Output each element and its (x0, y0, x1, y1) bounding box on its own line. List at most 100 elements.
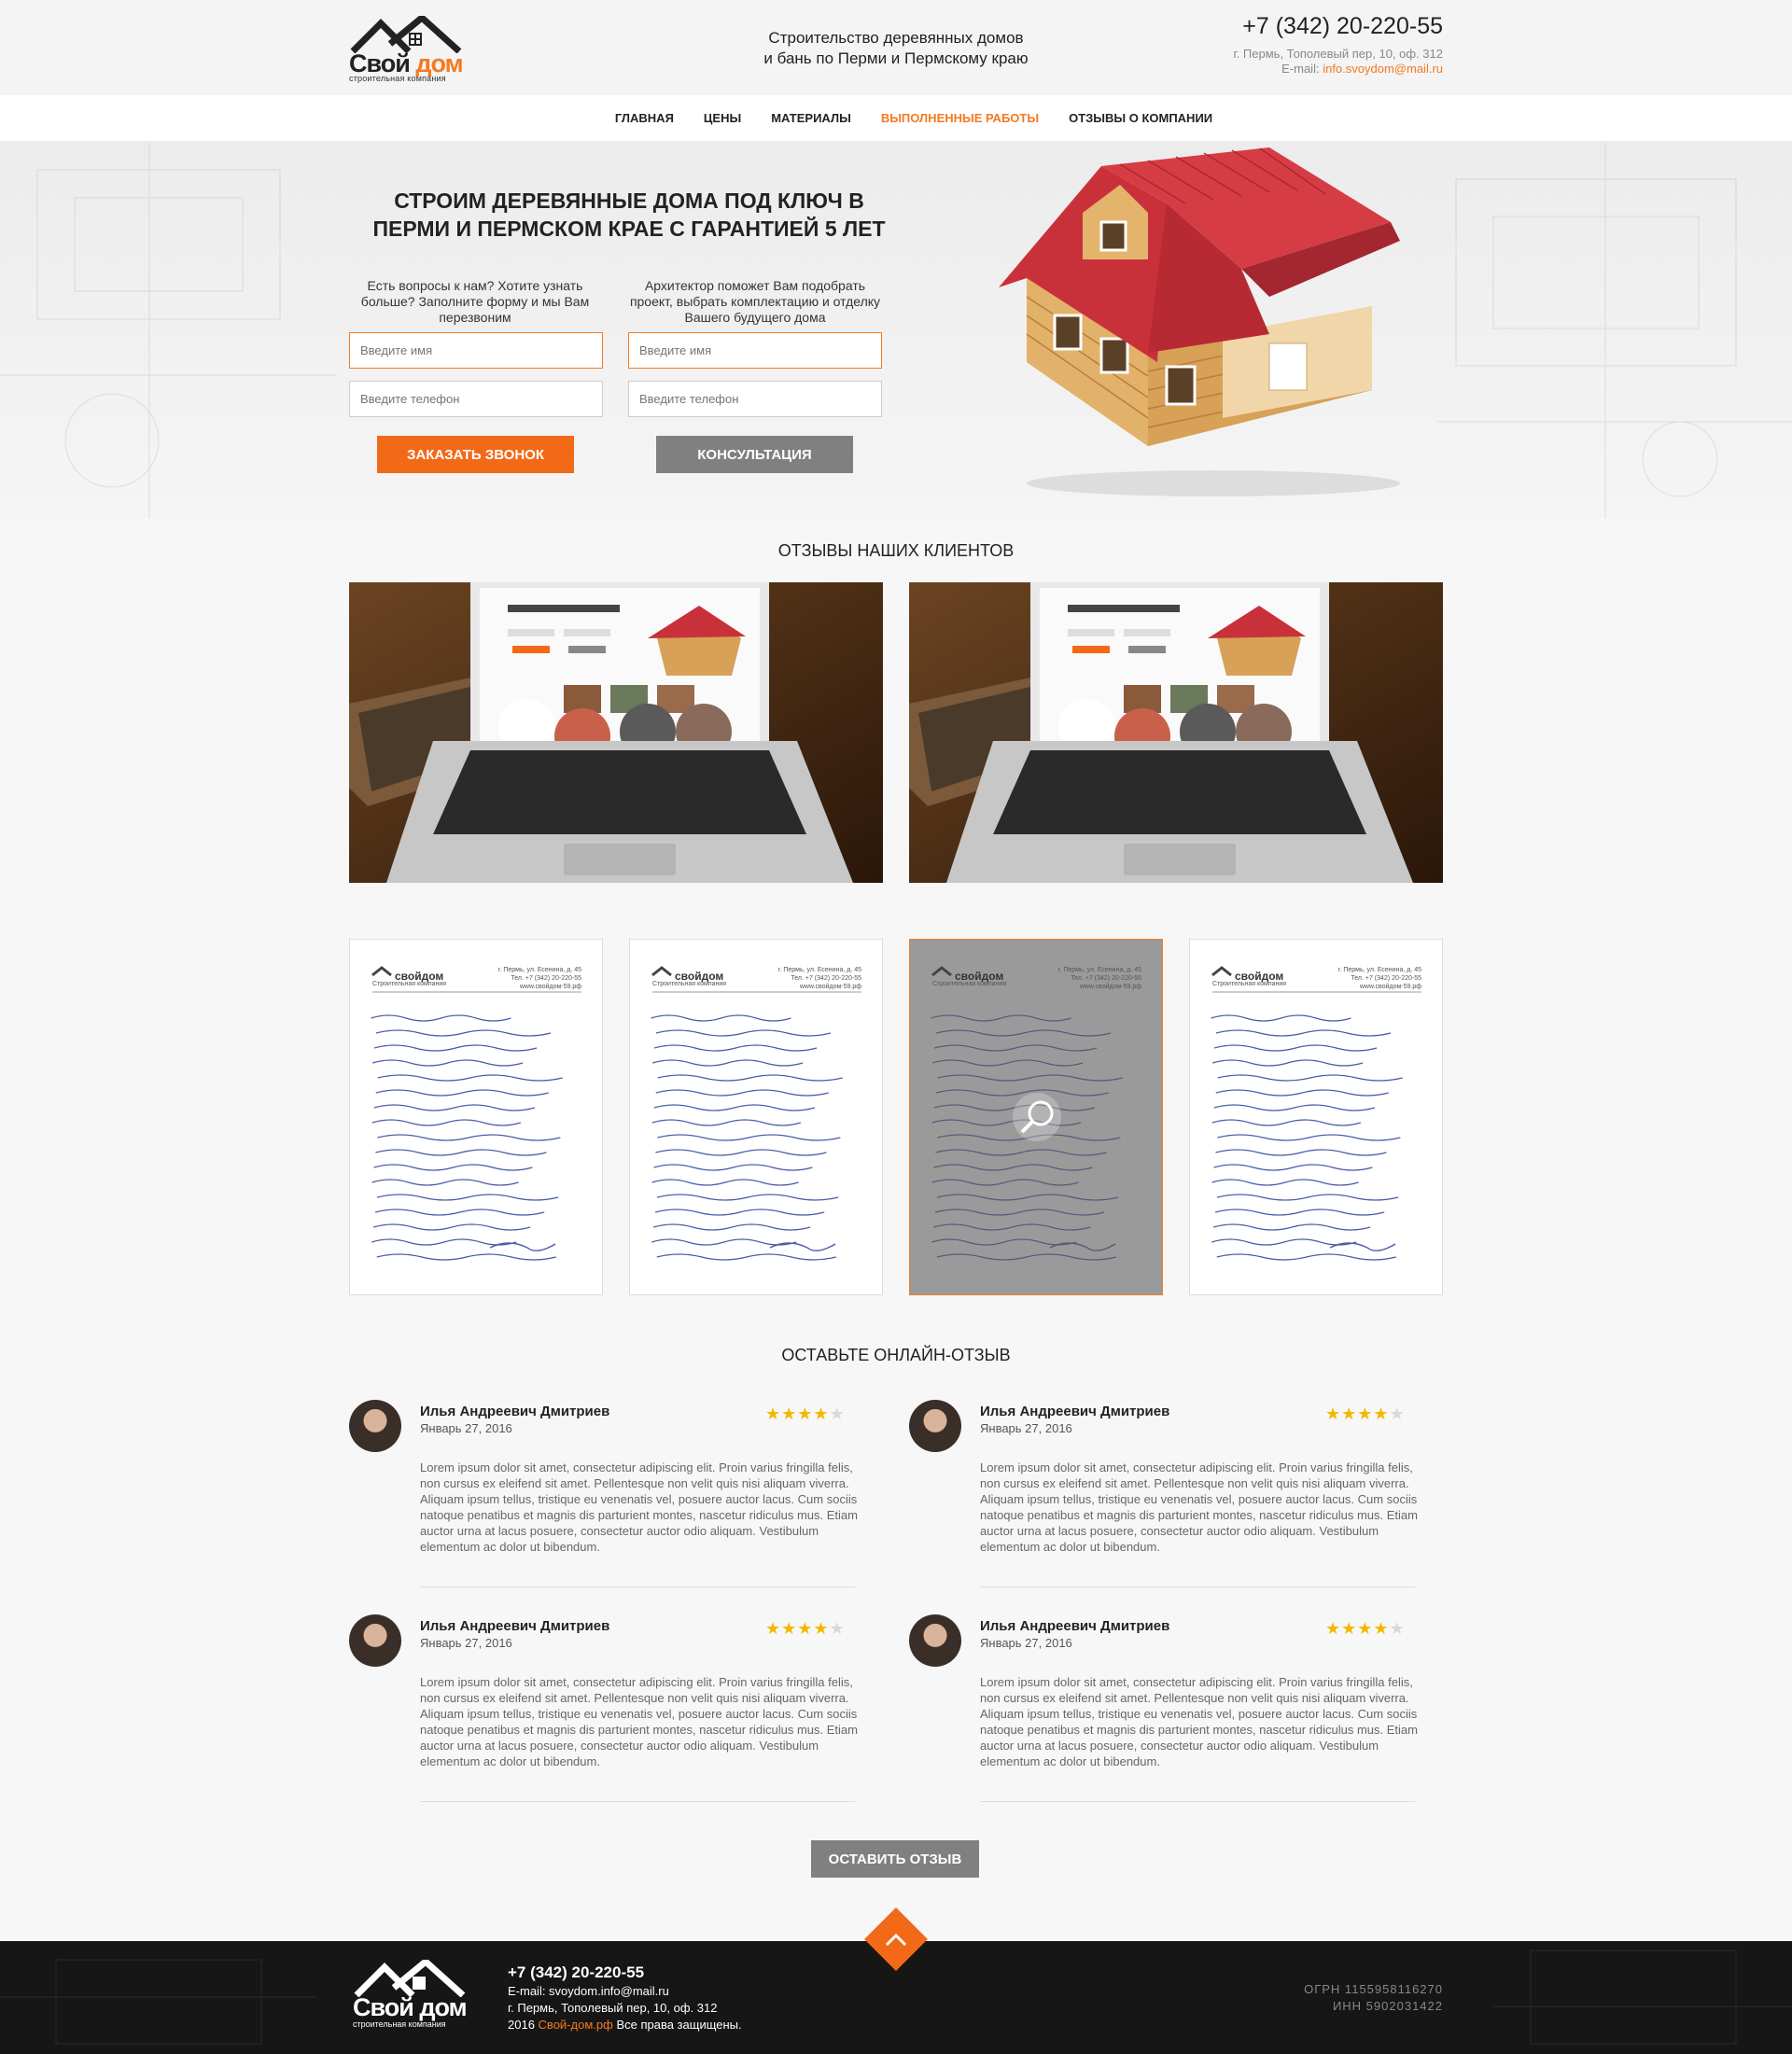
reviewer-name: Илья Андреевич Дмитриев (980, 1618, 1170, 1634)
reviewer-name: Илья Андреевич Дмитриев (420, 1618, 610, 1634)
header-email-link[interactable]: info.svoydom@mail.ru (1323, 62, 1443, 76)
main-nav: ГЛАВНАЯ ЦЕНЫ МАТЕРИАЛЫ ВЫПОЛНЕННЫЕ РАБОТ… (0, 95, 1792, 142)
review-text: Lorem ipsum dolor sit amet, consectetur … (420, 1675, 858, 1768)
letter-company-sub: Строительная компания (652, 981, 727, 987)
star-rating: ★★★★★ (1325, 1619, 1406, 1639)
review-card: Илья Андреевич Дмитриев Январь 27, 2016 ★ ★… (909, 1614, 1418, 1810)
footer-logo-subtitle: строительная компания (353, 2019, 446, 2029)
star-icon: ★ (1389, 1619, 1406, 1639)
star-icon: ★ (781, 1404, 798, 1424)
handwritten-letter-image (1190, 940, 1442, 1294)
hero-title: СТРОИМ ДЕРЕВЯННЫЕ ДОМА ПОД КЛЮЧ В ПЕРМИ … (349, 187, 909, 243)
avatar (909, 1400, 961, 1452)
review-photo-1[interactable] (349, 582, 883, 883)
review-card: Илья Андреевич Дмитриев Январь 27, 2016 ★★… (909, 1400, 1418, 1596)
reviewer-name: Илья Андреевич Дмитриев (980, 1404, 1170, 1419)
star-icon: ★ (797, 1404, 814, 1424)
review-card: Илья Андреевич Дмитриев Январь 27, 2016 ★★… (349, 1614, 858, 1810)
review-text: Lorem ipsum dolor sit amet, consectetur … (420, 1460, 858, 1554)
house-roof-logo-icon (354, 1957, 466, 1998)
footer-site-link[interactable]: Свой-дом.рф (539, 2018, 613, 2032)
star-icon: ★ (765, 1404, 782, 1424)
company-logo[interactable]: Свой дом строительная компания (349, 16, 469, 87)
footer-address: г. Пермь, Тополевый пер, 10, оф. 312 (508, 2001, 718, 2015)
review-photo-2[interactable] (909, 582, 1443, 883)
avatar (349, 1614, 401, 1667)
review-card: Илья Андреевич Дмитриев Январь 27, 2016 ★★… (349, 1400, 858, 1596)
site-header: Свой дом строительная компания Строитель… (0, 0, 1792, 95)
review-letter-1[interactable]: свойдом Строительная компания г. Пермь, ул… (349, 939, 603, 1295)
review-text: Lorem ipsum dolor sit amet, consectetur … (980, 1675, 1418, 1768)
nav-item-home[interactable]: ГЛАВНАЯ (615, 111, 674, 125)
footer-email[interactable]: E-mail: svoydom.info@mail.ru (508, 1984, 669, 1998)
star-icon: ★ (1389, 1404, 1406, 1424)
house-roof-logo-icon (350, 16, 462, 53)
star-icon: ★ (1373, 1404, 1390, 1424)
tagline-line-1: Строительство деревянных домов (768, 29, 1024, 47)
tagline-line-2: и бань по Перми и Пермскому краю (763, 49, 1029, 67)
review-date: Январь 27, 2016 (420, 1636, 512, 1650)
callback-intro: Есть вопросы к нам? Хотите узнать больше… (360, 278, 590, 325)
logo-subtitle: строительная компания (349, 74, 446, 83)
avatar (909, 1614, 961, 1667)
star-icon: ★ (1357, 1404, 1374, 1424)
leave-review-button[interactable]: ОСТАВИТЬ ОТЗЫВ (811, 1840, 979, 1878)
letter-company-sub: Строительная компания (1212, 981, 1287, 987)
consultation-button[interactable]: КОНСУЛЬТАЦИЯ (656, 436, 853, 473)
handwritten-letter-image (350, 940, 602, 1294)
review-letter-4[interactable]: свойдом Строительная компания г. Пермь, ул… (1189, 939, 1443, 1295)
star-icon: ★ (1357, 1619, 1374, 1639)
review-date: Январь 27, 2016 (420, 1421, 512, 1435)
letter-company-sub: Строительная компания (932, 981, 1007, 987)
letter-contacts: г. Пермь, ул. Есенина, д. 45 Тел. +7 (342… (777, 967, 861, 990)
footer-phone[interactable]: +7 (342) 20-220-55 (508, 1963, 644, 1982)
header-phone[interactable]: +7 (342) 20-220-55 (1157, 13, 1443, 40)
callback-name-input[interactable] (349, 332, 603, 369)
order-callback-button[interactable]: ЗАКАЗАТЬ ЗВОНОК (377, 436, 574, 473)
star-icon: ★ (829, 1404, 846, 1424)
footer-logo[interactable]: Свой дом строительная компания (353, 1957, 472, 2034)
handwritten-letter-image (910, 940, 1162, 1294)
chevron-up-icon (885, 1933, 907, 1947)
star-rating: ★★★★★ (765, 1619, 846, 1639)
letter-contacts: г. Пермь, ул. Есенина, д. 45 Тел. +7 (342… (1337, 967, 1421, 990)
review-date: Январь 27, 2016 (980, 1636, 1072, 1650)
consult-name-input[interactable] (628, 332, 882, 369)
footer-inn: ИНН 5902031422 (1332, 1999, 1443, 2013)
review-divider (420, 1586, 855, 1587)
footer-copyright: 2016 Свой-дом.рф Все права защищены. (508, 2018, 742, 2032)
consult-phone-input[interactable] (628, 381, 882, 417)
laptop-photo-image (909, 582, 1443, 883)
review-letter-3[interactable]: свойдом Строительная компания г. Пермь, ул… (909, 939, 1163, 1295)
star-icon: ★ (1325, 1404, 1342, 1424)
review-divider (420, 1801, 855, 1802)
header-address: г. Пермь, Тополевый пер, 10, оф. 312 (1233, 47, 1443, 61)
star-icon: ★ (765, 1619, 782, 1639)
wooden-house-illustration (999, 147, 1400, 496)
review-letter-2[interactable]: свойдом Строительная компания г. Пермь, ул… (629, 939, 883, 1295)
star-icon: ★ (1341, 1404, 1358, 1424)
star-rating: ★★★★★ (765, 1404, 846, 1424)
letter-company-sub: Строительная компания (372, 981, 447, 987)
handwritten-letter-image (630, 940, 882, 1294)
callback-phone-input[interactable] (349, 381, 603, 417)
star-icon: ★ (781, 1619, 798, 1639)
hero-title-line-2: ПЕРМИ И ПЕРМСКОМ КРАЕ С ГАРАНТИЕЙ 5 ЛЕТ (372, 217, 886, 241)
star-icon: ★ (829, 1619, 846, 1639)
star-icon: ★ (797, 1619, 814, 1639)
nav-item-completed-works[interactable]: ВЫПОЛНЕННЫЕ РАБОТЫ (881, 111, 1039, 125)
hero-title-line-1: СТРОИМ ДЕРЕВЯННЫЕ ДОМА ПОД КЛЮЧ В (394, 189, 864, 213)
avatar (349, 1400, 401, 1452)
letter-contacts: г. Пермь, ул. Есенина, д. 45 Тел. +7 (342… (497, 967, 581, 990)
nav-item-prices[interactable]: ЦЕНЫ (704, 111, 741, 125)
reviewer-name: Илья Андреевич Дмитриев (420, 1404, 610, 1419)
laptop-photo-image (349, 582, 883, 883)
reviews-section-title: ОТЗЫВЫ НАШИХ КЛИЕНТОВ (777, 541, 1015, 560)
star-icon: ★ (813, 1404, 830, 1424)
hero-section: СТРОИМ ДЕРЕВЯННЫЕ ДОМА ПОД КЛЮЧ В ПЕРМИ … (0, 142, 1792, 519)
nav-item-materials[interactable]: МАТЕРИАЛЫ (771, 111, 851, 125)
review-text: Lorem ipsum dolor sit amet, consectetur … (980, 1460, 1418, 1554)
header-email-line: E-mail: info.svoydom@mail.ru (1281, 62, 1443, 76)
star-icon: ★ (813, 1619, 830, 1639)
nav-item-company-reviews[interactable]: ОТЗЫВЫ О КОМПАНИИ (1069, 111, 1212, 125)
